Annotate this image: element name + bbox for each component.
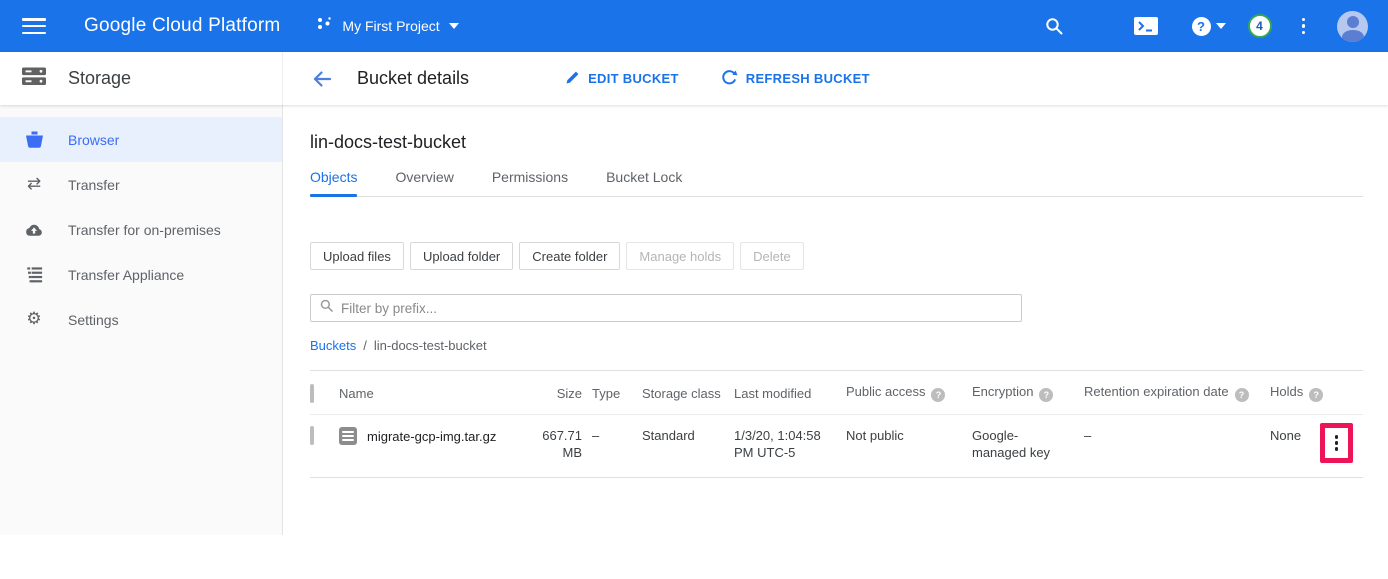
more-vert-icon[interactable] <box>1296 16 1312 37</box>
help-menu[interactable] <box>1192 17 1226 36</box>
column-header-type[interactable]: Type <box>592 371 642 415</box>
topbar-actions: 4 <box>1044 11 1369 42</box>
product-logo[interactable]: Google Cloud Platform <box>84 15 280 37</box>
sidebar-item-label: Settings <box>68 312 119 328</box>
cloud-shell-icon[interactable] <box>1134 17 1158 35</box>
column-header-retention[interactable]: Retention expiration date <box>1084 371 1270 415</box>
column-header-encryption[interactable]: Encryption <box>972 371 1084 415</box>
top-navigation-bar: Google Cloud Platform My First Project <box>0 0 1388 52</box>
object-name-link[interactable]: migrate-gcp-img.tar.gz <box>367 428 496 445</box>
cell-holds: None <box>1270 415 1320 478</box>
sidebar-item-label: Browser <box>68 132 119 148</box>
project-selector[interactable]: My First Project <box>316 15 458 37</box>
page-title: Bucket details <box>357 68 469 89</box>
edit-bucket-button[interactable]: EDIT BUCKET <box>565 70 679 88</box>
pencil-icon <box>565 70 580 88</box>
search-icon <box>319 298 334 318</box>
create-folder-button[interactable]: Create folder <box>519 242 620 270</box>
cell-public-access: Not public <box>846 415 972 478</box>
tab-bar: Objects Overview Permissions Bucket Lock <box>310 169 1363 197</box>
app-header-bar: Storage Bucket details EDIT BUCKET <box>0 52 1388 105</box>
sidebar-item-transfer[interactable]: ⇄ Transfer <box>0 162 282 207</box>
search-icon[interactable] <box>1044 16 1064 36</box>
help-icon[interactable] <box>1235 388 1249 402</box>
delete-button[interactable]: Delete <box>740 242 804 270</box>
upload-folder-button[interactable]: Upload folder <box>410 242 513 270</box>
product-section: Storage <box>0 52 283 105</box>
refresh-icon <box>721 69 738 89</box>
avatar[interactable] <box>1337 11 1368 42</box>
gear-icon: ⚙ <box>24 311 44 328</box>
cloud-upload-icon <box>24 221 44 238</box>
breadcrumb-buckets-link[interactable]: Buckets <box>310 338 356 353</box>
breadcrumb-separator: / <box>363 338 367 353</box>
section-title: Storage <box>68 68 131 89</box>
sidebar-item-settings[interactable]: ⚙ Settings <box>0 297 282 342</box>
filter-field <box>310 294 1022 322</box>
help-icon[interactable] <box>931 388 945 402</box>
select-all-checkbox[interactable] <box>310 384 314 403</box>
notifications-badge[interactable]: 4 <box>1248 14 1272 38</box>
filter-input[interactable] <box>341 301 1013 316</box>
sidebar-item-browser[interactable]: Browser <box>0 117 282 162</box>
breadcrumb-current: lin-docs-test-bucket <box>374 338 487 353</box>
edit-bucket-label: EDIT BUCKET <box>588 71 679 86</box>
chevron-down-icon <box>449 23 459 29</box>
sidebar-item-transfer-on-premises[interactable]: Transfer for on-premises <box>0 207 282 252</box>
object-toolbar: Upload files Upload folder Create folder… <box>310 242 1363 270</box>
sidebar-item-label: Transfer Appliance <box>68 267 184 283</box>
cell-storage-class: Standard <box>642 415 734 478</box>
cell-last-modified: 1/3/20, 1:04:58 PM UTC-5 <box>734 415 846 478</box>
appliance-icon <box>24 265 44 284</box>
storage-icon <box>21 66 47 92</box>
table-row: migrate-gcp-img.tar.gz 667.71 MB – Stand… <box>310 415 1363 478</box>
main-content: lin-docs-test-bucket Objects Overview Pe… <box>283 105 1388 535</box>
breadcrumb: Buckets / lin-docs-test-bucket <box>310 338 1363 353</box>
upload-files-button[interactable]: Upload files <box>310 242 404 270</box>
cell-retention: – <box>1084 415 1270 478</box>
chevron-down-icon <box>1216 23 1226 29</box>
cell-type: – <box>592 415 642 478</box>
row-more-vert-icon[interactable] <box>1335 435 1339 451</box>
bucket-icon <box>24 131 44 149</box>
refresh-bucket-label: REFRESH BUCKET <box>746 71 870 86</box>
cell-size: 667.71 MB <box>532 415 592 478</box>
menu-icon[interactable] <box>22 18 46 34</box>
tab-permissions[interactable]: Permissions <box>492 169 568 196</box>
manage-holds-button[interactable]: Manage holds <box>626 242 734 270</box>
sidebar-item-label: Transfer for on-premises <box>68 222 221 238</box>
page-header: Bucket details EDIT BUCKET REFRESH BUCKE… <box>283 66 870 92</box>
column-header-holds[interactable]: Holds <box>1270 371 1320 415</box>
help-icon <box>1192 17 1211 36</box>
sidebar-item-transfer-appliance[interactable]: Transfer Appliance <box>0 252 282 297</box>
tab-bucket-lock[interactable]: Bucket Lock <box>606 169 682 196</box>
refresh-bucket-button[interactable]: REFRESH BUCKET <box>721 69 870 89</box>
sidebar-item-label: Transfer <box>68 177 120 193</box>
sidebar: Browser ⇄ Transfer Transfer for on-premi… <box>0 105 283 535</box>
row-checkbox[interactable] <box>310 426 314 445</box>
column-header-name[interactable]: Name <box>339 371 532 415</box>
file-icon <box>339 427 357 445</box>
help-icon[interactable] <box>1039 388 1053 402</box>
objects-table: Name Size Type Storage class Last modifi… <box>310 370 1363 478</box>
column-header-storage-class[interactable]: Storage class <box>642 371 734 415</box>
bucket-name-heading: lin-docs-test-bucket <box>310 132 1363 153</box>
cell-encryption: Google-managed key <box>972 415 1084 478</box>
table-header-row: Name Size Type Storage class Last modifi… <box>310 371 1363 415</box>
swap-arrows-icon: ⇄ <box>24 176 44 193</box>
column-header-last-modified[interactable]: Last modified <box>734 371 846 415</box>
project-icon <box>316 15 333 37</box>
tab-overview[interactable]: Overview <box>395 169 453 196</box>
annotation-highlight-box <box>1320 423 1353 463</box>
column-header-public-access[interactable]: Public access <box>846 371 972 415</box>
back-arrow-icon[interactable] <box>309 66 335 92</box>
tab-objects[interactable]: Objects <box>310 169 357 196</box>
column-header-size[interactable]: Size <box>532 371 592 415</box>
project-name: My First Project <box>342 18 439 34</box>
